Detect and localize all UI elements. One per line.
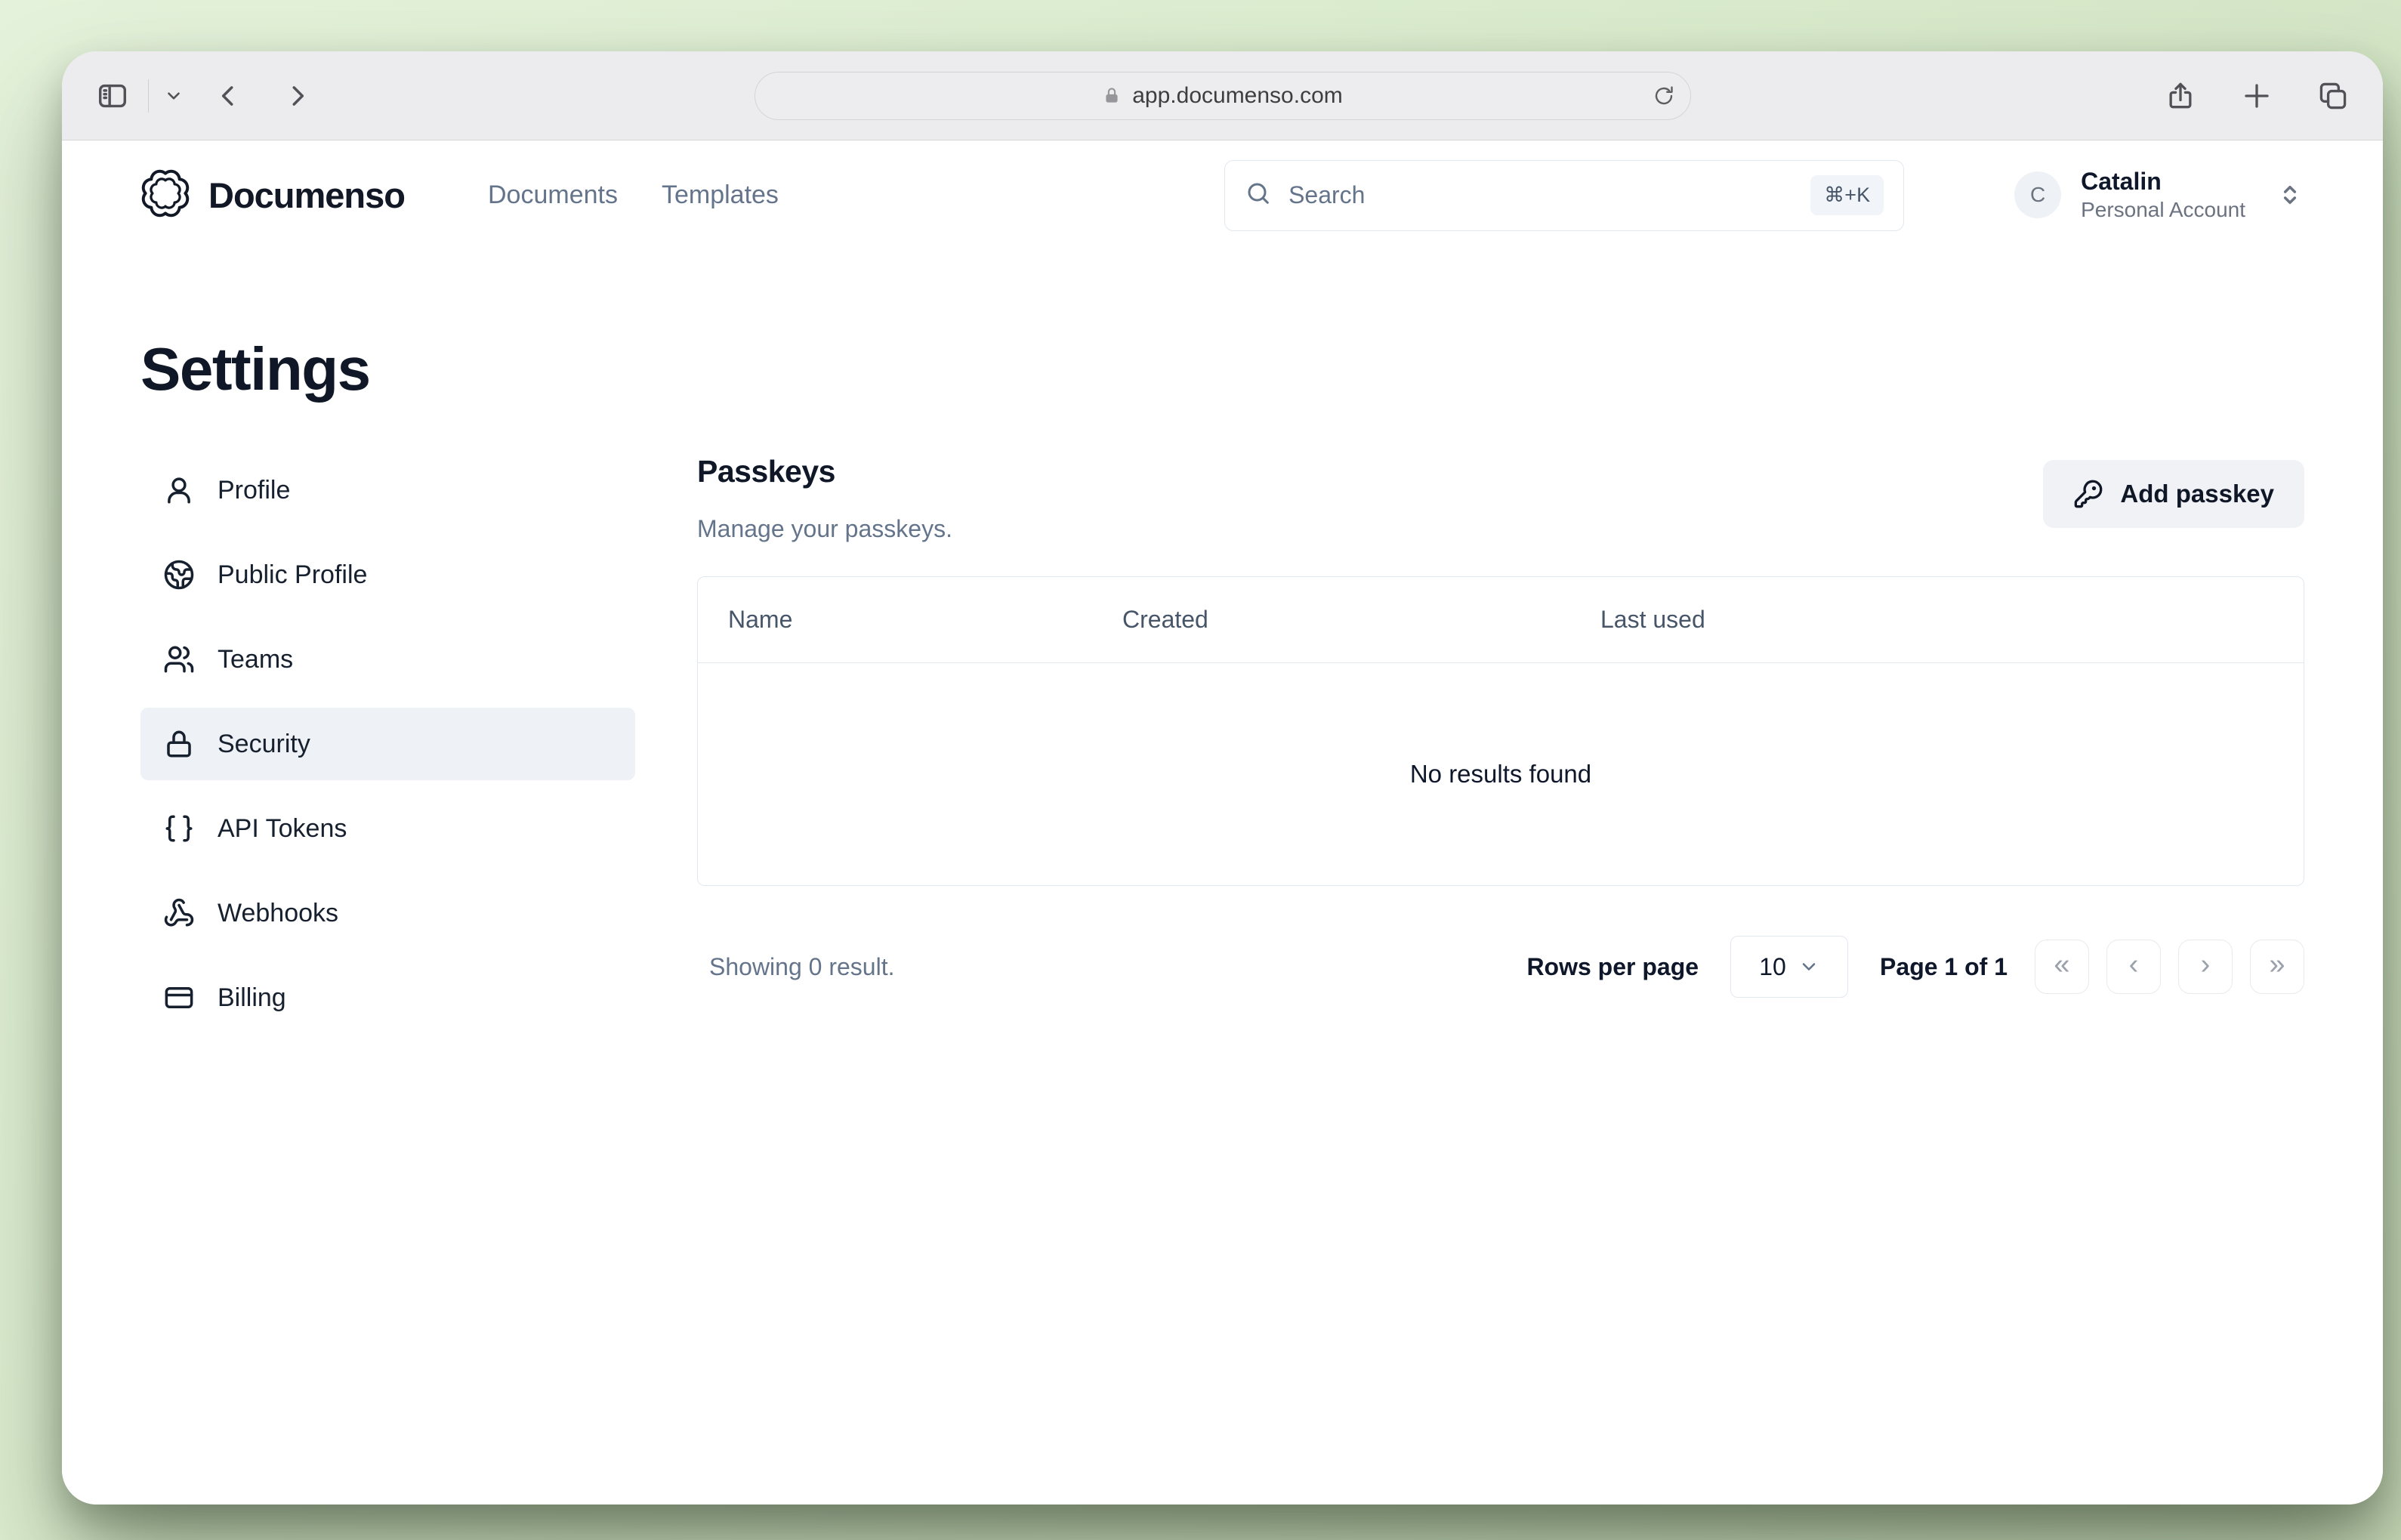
user-icon	[163, 474, 195, 506]
sidebar-item-label: API Tokens	[218, 814, 347, 844]
reload-icon[interactable]	[1653, 85, 1675, 107]
lock-icon	[163, 728, 195, 760]
account-name: Catalin	[2081, 166, 2245, 196]
key-icon	[2073, 479, 2103, 509]
sidebar-item-billing[interactable]: Billing	[140, 961, 635, 1034]
sidebar-item-label: Billing	[218, 983, 286, 1013]
credit-card-icon	[163, 982, 195, 1014]
nav-templates[interactable]: Templates	[662, 181, 779, 210]
last-page-button[interactable]: »	[2250, 940, 2304, 994]
chevron-right-icon	[283, 82, 312, 110]
share-icon	[2164, 79, 2197, 113]
brand[interactable]: Documenso	[140, 168, 405, 222]
braces-icon	[163, 813, 195, 844]
share-button[interactable]	[2164, 79, 2197, 113]
sidebar-item-label: Webhooks	[218, 899, 338, 928]
table-footer: Showing 0 result. Rows per page 10 Page …	[697, 936, 2304, 998]
search-icon	[1245, 180, 1272, 211]
account-info: Catalin Personal Account	[2081, 166, 2245, 224]
previous-page-button[interactable]: ‹	[2106, 940, 2161, 994]
page-title: Settings	[140, 335, 2304, 404]
sidebar-item-webhooks[interactable]: Webhooks	[140, 877, 635, 949]
settings-sidebar: Profile Public Profile	[140, 454, 635, 1034]
section-title: Passkeys	[697, 454, 952, 489]
address-bar[interactable]: app.documenso.com	[755, 72, 1691, 120]
add-passkey-label: Add passkey	[2120, 480, 2274, 508]
passkeys-section: Passkeys Manage your passkeys. Add passk…	[697, 454, 2304, 998]
main-nav: Documents Templates	[488, 181, 779, 210]
sidebar-item-profile[interactable]: Profile	[140, 454, 635, 526]
search-placeholder: Search	[1288, 181, 1365, 209]
sidebar-item-label: Public Profile	[218, 560, 367, 590]
add-passkey-button[interactable]: Add passkey	[2043, 460, 2304, 528]
pagination: « ‹ › »	[2035, 940, 2304, 994]
sidebar-item-label: Security	[218, 730, 310, 759]
sidebar-item-label: Profile	[218, 476, 290, 505]
section-subtitle: Manage your passkeys.	[697, 515, 952, 543]
first-page-button[interactable]: «	[2035, 940, 2089, 994]
sidebar-item-public-profile[interactable]: Public Profile	[140, 539, 635, 611]
globe-icon	[163, 559, 195, 591]
results-summary: Showing 0 result.	[697, 953, 894, 981]
rows-per-page-label: Rows per page	[1526, 953, 1699, 981]
page-content: Documenso Documents Templates Search ⌘+K…	[62, 140, 2383, 1505]
column-header-created: Created	[1122, 606, 1600, 634]
page-indicator: Page 1 of 1	[1880, 953, 2008, 981]
sidebar-item-teams[interactable]: Teams	[140, 623, 635, 696]
plus-icon	[2241, 80, 2273, 112]
app-header: Documenso Documents Templates Search ⌘+K…	[140, 140, 2304, 250]
search-shortcut-badge: ⌘+K	[1810, 175, 1884, 215]
table-body: No results found	[698, 663, 2304, 885]
browser-window: app.documenso.com	[62, 51, 2383, 1505]
sidebar-toggle-button[interactable]	[95, 79, 130, 113]
new-tab-button[interactable]	[2241, 80, 2273, 112]
column-header-last-used: Last used	[1600, 606, 2304, 634]
chevron-left-icon	[214, 82, 242, 110]
sidebar-item-label: Teams	[218, 645, 293, 674]
sidebar-item-security[interactable]: Security	[140, 708, 635, 780]
account-type: Personal Account	[2081, 196, 2245, 224]
webhook-icon	[163, 897, 195, 929]
nav-documents[interactable]: Documents	[488, 181, 618, 210]
sidebar-toggle-icon	[95, 79, 130, 113]
chevron-down-icon	[164, 86, 184, 106]
column-header-name: Name	[698, 606, 1122, 634]
next-page-button[interactable]: ›	[2178, 940, 2233, 994]
table-header-row: Name Created Last used	[698, 577, 2304, 663]
tls-lock-icon	[1102, 86, 1122, 106]
toolbar-divider	[148, 79, 149, 113]
documenso-logo-icon	[140, 168, 190, 222]
rows-per-page-value: 10	[1759, 953, 1786, 981]
tab-overview-button[interactable]	[2316, 79, 2350, 113]
back-button[interactable]	[214, 82, 242, 110]
url-text: app.documenso.com	[1132, 83, 1343, 109]
sidebar-menu-chevron-button[interactable]	[164, 86, 184, 106]
search-input[interactable]: Search ⌘+K	[1224, 160, 1904, 231]
passkeys-table: Name Created Last used No results found	[697, 576, 2304, 886]
chevron-down-icon	[1798, 956, 1819, 977]
passkeys-header-text: Passkeys Manage your passkeys.	[697, 454, 952, 543]
avatar-initial: C	[2030, 183, 2045, 207]
account-switcher[interactable]: C Catalin Personal Account	[2014, 166, 2304, 224]
brand-name: Documenso	[208, 174, 405, 216]
rows-per-page-select[interactable]: 10	[1730, 936, 1848, 998]
users-icon	[163, 643, 195, 675]
empty-state-message: No results found	[1410, 760, 1591, 789]
forward-button[interactable]	[283, 82, 312, 110]
sidebar-item-api-tokens[interactable]: API Tokens	[140, 792, 635, 865]
browser-toolbar: app.documenso.com	[62, 51, 2383, 140]
avatar: C	[2014, 171, 2061, 218]
chevrons-up-down-icon	[2276, 181, 2304, 209]
tabs-icon	[2316, 79, 2350, 113]
